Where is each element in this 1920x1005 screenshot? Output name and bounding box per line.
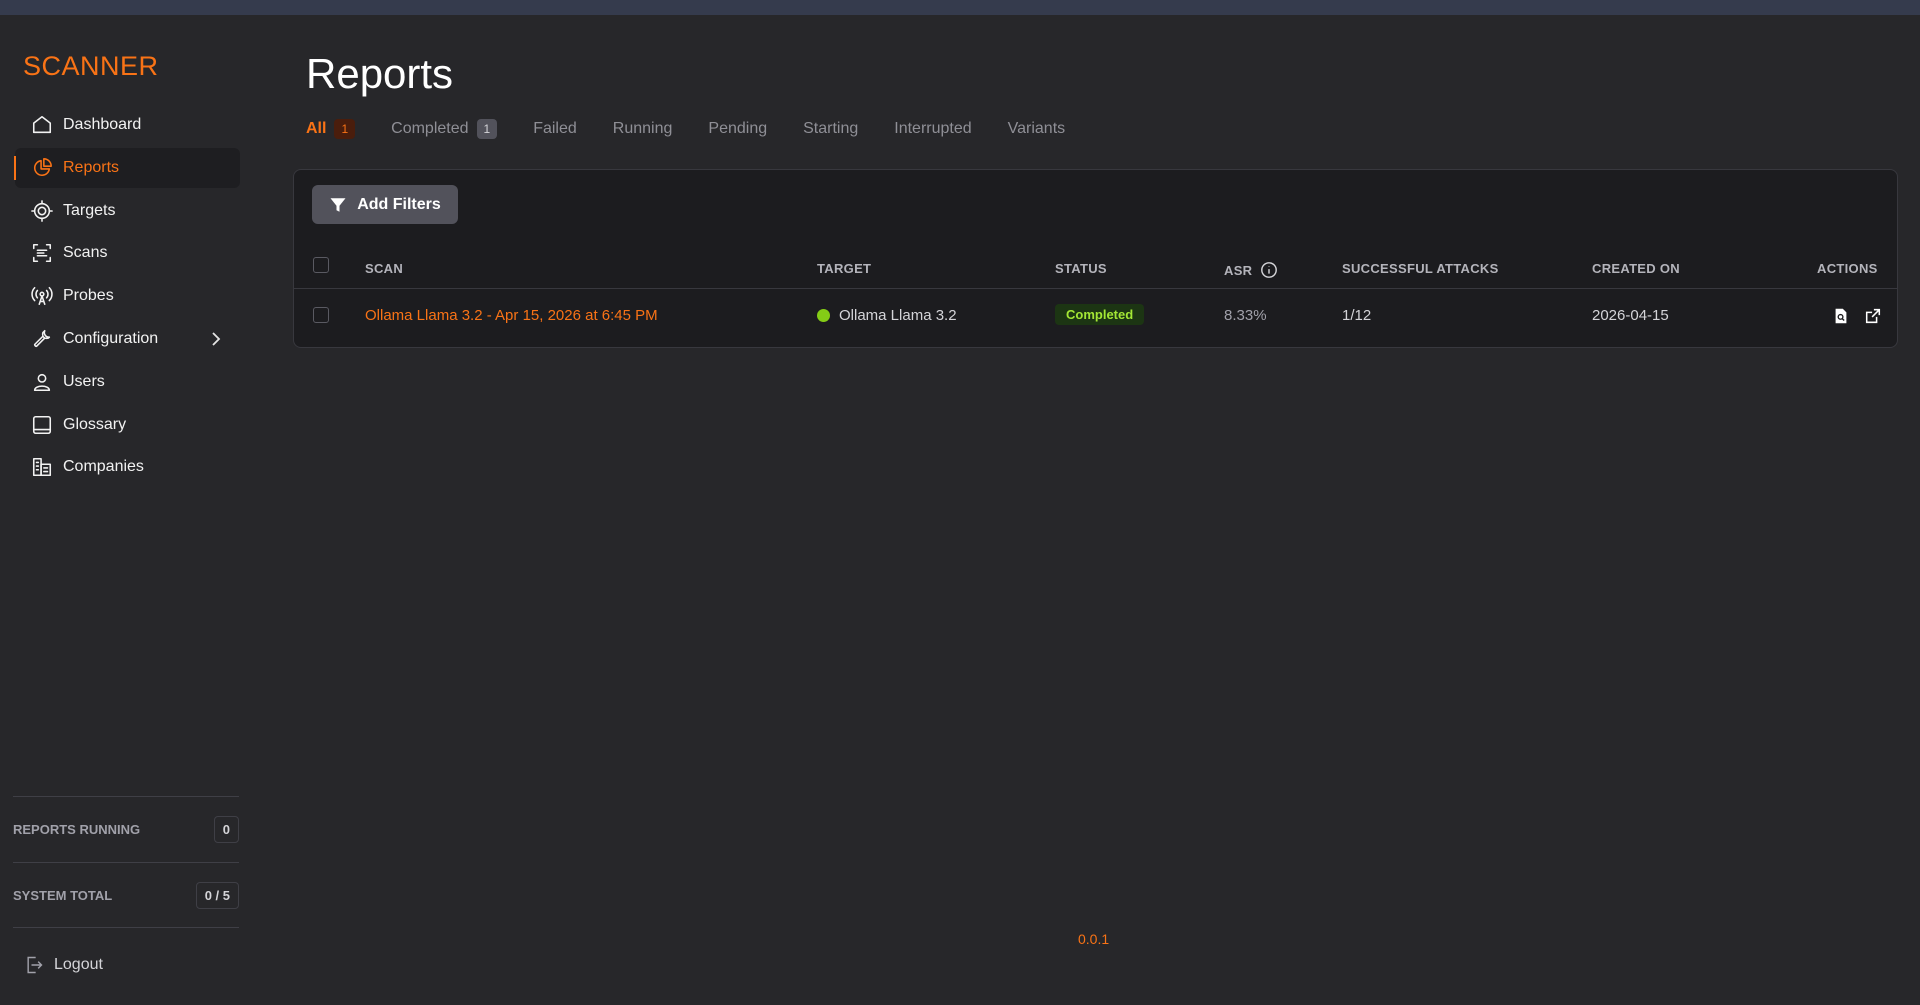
column-header-actions: ACTIONS bbox=[1817, 261, 1878, 276]
column-header-scan[interactable]: SCAN bbox=[365, 261, 403, 276]
sidebar-item-targets[interactable]: Targets bbox=[15, 191, 240, 231]
system-total-value: 0 / 5 bbox=[195, 882, 239, 909]
table-header: SCAN TARGET STATUS ASR SUCCESSFUL ATTACK… bbox=[294, 248, 1897, 289]
brand-logo: SCANNER bbox=[23, 51, 159, 81]
tab-interrupted[interactable]: Interrupted bbox=[894, 120, 971, 138]
table-row: Ollama Llama 3.2 - Apr 15, 2026 at 6:45 … bbox=[294, 289, 1897, 344]
chevron-right-icon[interactable] bbox=[206, 329, 226, 349]
tab-running[interactable]: Running bbox=[613, 120, 673, 138]
select-all-checkbox[interactable] bbox=[313, 257, 329, 273]
asr-value: 8.33% bbox=[1224, 307, 1267, 324]
row-checkbox[interactable] bbox=[313, 307, 329, 323]
sidebar-item-users[interactable]: Users bbox=[15, 362, 240, 402]
logout-button[interactable]: Logout bbox=[24, 955, 103, 975]
sidebar-item-label: Probes bbox=[63, 287, 114, 305]
target-icon bbox=[30, 199, 54, 223]
broadcast-icon bbox=[30, 284, 54, 308]
wrench-icon bbox=[30, 327, 54, 351]
tab-label: Starting bbox=[803, 120, 859, 137]
column-header-status[interactable]: STATUS bbox=[1055, 261, 1107, 276]
sidebar-nav: Dashboard Reports Targets Scans Probes C… bbox=[14, 105, 240, 490]
external-link-icon[interactable] bbox=[1864, 307, 1884, 327]
logout-label: Logout bbox=[54, 956, 103, 973]
target-status-dot bbox=[817, 309, 830, 322]
sidebar-item-scans[interactable]: Scans bbox=[15, 233, 240, 273]
column-header-successful-attacks[interactable]: SUCCESSFUL ATTACKS bbox=[1342, 261, 1499, 276]
tab-completed[interactable]: Completed 1 bbox=[391, 119, 498, 139]
tab-count-badge: 1 bbox=[476, 119, 498, 139]
target-name: Ollama Llama 3.2 bbox=[839, 307, 957, 324]
sidebar-item-probes[interactable]: Probes bbox=[15, 276, 240, 316]
sidebar-item-label: Reports bbox=[63, 158, 120, 176]
pie-chart-icon bbox=[30, 156, 54, 180]
book-icon bbox=[30, 413, 54, 437]
successful-attacks-value: 1/12 bbox=[1342, 307, 1372, 324]
sidebar-item-label: Scans bbox=[63, 244, 108, 262]
page-title: Reports bbox=[306, 50, 454, 97]
sidebar-item-label: Targets bbox=[63, 201, 116, 219]
tab-label: Failed bbox=[533, 120, 577, 137]
sidebar-item-configuration[interactable]: Configuration bbox=[15, 319, 240, 359]
sidebar-item-label: Configuration bbox=[63, 329, 159, 347]
tab-label: Completed bbox=[391, 120, 469, 137]
tab-label: Interrupted bbox=[894, 120, 972, 137]
system-total-label: SYSTEM TOTAL bbox=[13, 888, 113, 903]
sidebar-item-label: Companies bbox=[63, 458, 144, 476]
status-cell: Completed bbox=[1055, 304, 1145, 325]
view-report-icon[interactable] bbox=[1832, 307, 1852, 327]
tab-label: Running bbox=[612, 120, 673, 137]
tab-count-badge: 1 bbox=[334, 119, 356, 139]
system-total-stat: SYSTEM TOTAL 0 / 5 bbox=[13, 862, 239, 928]
column-header-asr[interactable]: ASR bbox=[1224, 261, 1278, 279]
tab-all[interactable]: All 1 bbox=[306, 119, 356, 139]
sidebar-item-dashboard[interactable]: Dashboard bbox=[15, 105, 240, 145]
reports-running-value: 0 bbox=[213, 816, 239, 843]
tab-variants[interactable]: Variants bbox=[1008, 120, 1066, 138]
user-icon bbox=[30, 370, 54, 394]
tab-label: Pending bbox=[708, 120, 768, 137]
app-version: 0.0.1 bbox=[1078, 931, 1110, 947]
sidebar-item-label: Dashboard bbox=[63, 116, 142, 133]
sidebar-item-companies[interactable]: Companies bbox=[15, 447, 240, 487]
sidebar: SCANNER Dashboard Reports Targets Scans bbox=[0, 15, 245, 1005]
filter-icon bbox=[330, 197, 346, 212]
sidebar-item-label: Glossary bbox=[63, 415, 127, 433]
reports-running-stat: REPORTS RUNNING 0 bbox=[13, 796, 239, 862]
column-header-created-on[interactable]: CREATED ON bbox=[1592, 261, 1680, 276]
logout-icon bbox=[27, 956, 43, 974]
divider bbox=[13, 927, 239, 928]
scan-link[interactable]: Ollama Llama 3.2 - Apr 15, 2026 at 6:45 … bbox=[365, 307, 658, 324]
sidebar-item-reports[interactable]: Reports bbox=[14, 147, 240, 188]
add-filters-label: Add Filters bbox=[357, 195, 441, 213]
home-icon bbox=[30, 113, 54, 137]
tab-label: Variants bbox=[1007, 120, 1066, 137]
tab-starting[interactable]: Starting bbox=[803, 120, 858, 138]
column-header-asr-label: ASR bbox=[1224, 262, 1253, 278]
reports-table: SCAN TARGET STATUS ASR SUCCESSFUL ATTACK… bbox=[294, 248, 1897, 344]
building-icon bbox=[30, 455, 54, 479]
scan-icon bbox=[30, 241, 54, 265]
add-filters-button[interactable]: Add Filters bbox=[312, 185, 458, 224]
sidebar-item-glossary[interactable]: Glossary bbox=[15, 405, 240, 445]
reports-panel: Add Filters SCAN TARGET STATUS ASR SUCCE… bbox=[293, 169, 1898, 348]
tab-pending[interactable]: Pending bbox=[708, 120, 767, 138]
reports-running-label: REPORTS RUNNING bbox=[13, 822, 141, 837]
tab-label: All bbox=[306, 120, 327, 137]
status-badge: Completed bbox=[1055, 304, 1145, 325]
sidebar-item-label: Users bbox=[63, 372, 105, 390]
info-icon[interactable] bbox=[1260, 261, 1278, 279]
top-bar bbox=[0, 0, 1920, 15]
target-cell: Ollama Llama 3.2 bbox=[817, 307, 957, 324]
created-on-value: 2026-04-15 bbox=[1592, 307, 1669, 324]
tab-failed[interactable]: Failed bbox=[533, 120, 577, 138]
column-header-target[interactable]: TARGET bbox=[817, 261, 871, 276]
status-tabs: All 1 Completed 1 Failed Running Pending… bbox=[306, 119, 1101, 139]
